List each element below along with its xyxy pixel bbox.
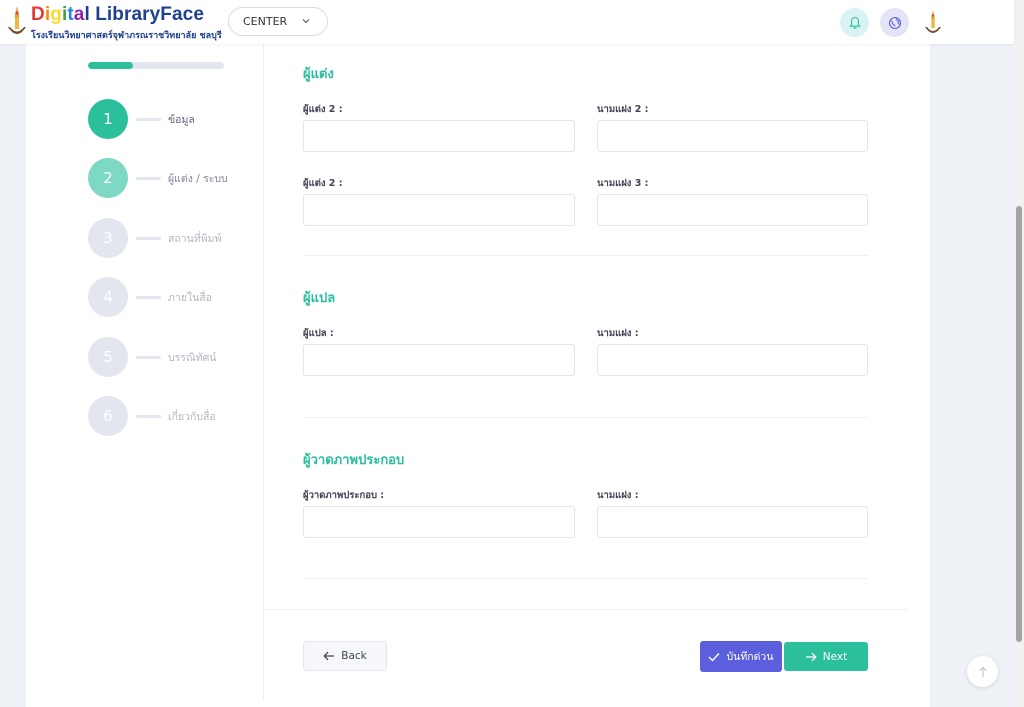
step-connector [136,236,161,240]
illustrator-pen-name-label: นามแฝง : [597,490,639,501]
step-5[interactable]: 5 บรรณิทัศน์ [88,337,248,377]
top-navbar: Digital LibraryFace โรงเรียนวิทยาศาสตร์จ… [0,0,1014,44]
bell-icon [848,16,861,29]
step-connector [136,117,161,121]
step-1[interactable]: 1 ข้อมูล [88,99,248,139]
pen-name-3-label: นามแฝง 3 : [597,178,649,189]
author-2-label: ผู้แต่ง 2 : [303,104,343,115]
scrollbar-thumb[interactable] [1016,206,1022,642]
authors-section-title: ผู้แต่ง [303,67,334,82]
translator-input[interactable] [303,344,575,376]
center-select[interactable]: CENTER [228,7,328,36]
step-number: 2 [88,158,128,198]
author-3-label: ผู้แต่ง 2 : [303,178,343,189]
step-4[interactable]: 4 ภายในสื่อ [88,277,248,317]
step-2[interactable]: 2 ผู้แต่ง / ระบบ [88,158,248,198]
section-divider [303,417,868,418]
step-number: 3 [88,218,128,258]
illustrator-input[interactable] [303,506,575,538]
illustrator-label: ผู้วาดภาพประกอบ : [303,490,385,501]
section-divider [303,255,868,256]
school-name: โรงเรียนวิทยาศาสตร์จุฬาภรณราชวิทยาลัย ชล… [31,31,222,41]
illustrator-pen-name-input[interactable] [597,506,868,538]
back-button[interactable]: Back [303,641,387,671]
translator-pen-name-label: นามแฝง : [597,328,639,339]
scroll-to-top-button[interactable] [967,656,998,687]
check-icon [708,652,720,662]
step-number: 1 [88,99,128,139]
arrow-left-icon [323,651,335,661]
stepper-progress-bar [88,62,224,69]
globe-icon [888,16,901,29]
step-label: ผู้แต่ง / ระบบ [168,172,228,185]
next-button-label: Next [822,650,848,663]
step-label: ภายในสื่อ [168,291,212,304]
back-button-label: Back [341,650,367,662]
translator-pen-name-input[interactable] [597,344,868,376]
quick-save-button-label: บันทึกด่วน [726,651,774,663]
pen-name-3-input[interactable] [597,194,868,226]
pen-name-2-label: นามแฝง 2 : [597,104,649,115]
language-button[interactable] [880,8,909,37]
step-connector [136,295,161,299]
step-6[interactable]: 6 เกี่ยวกับสื่อ [88,396,248,436]
pen-name-2-input[interactable] [597,120,868,152]
chevron-down-icon [302,19,310,24]
author-2-input[interactable] [303,120,575,152]
step-connector [136,176,161,180]
step-label: บรรณิทัศน์ [168,351,217,364]
section-divider [303,578,868,579]
school-logo-icon[interactable] [6,5,28,39]
notification-button[interactable] [840,8,869,37]
translator-label: ผู้แปล : [303,328,334,339]
step-number: 5 [88,337,128,377]
step-label: ข้อมูล [168,113,195,126]
footer-divider [264,609,907,610]
illustrator-section-title: ผู้วาดภาพประกอบ [303,453,405,468]
translator-section-title: ผู้แปล [303,291,336,306]
page-scrollbar[interactable] [1014,0,1024,707]
quick-save-button[interactable]: บันทึกด่วน [700,641,782,672]
brand-title[interactable]: Digital LibraryFace [31,4,204,26]
arrow-up-icon [978,665,987,677]
step-number: 4 [88,277,128,317]
step-label: สถานที่พิมพ์ [168,232,222,245]
step-number: 6 [88,396,128,436]
arrow-right-icon [805,652,817,661]
stepper-progress-fill [88,62,133,69]
author-3-input[interactable] [303,194,575,226]
center-select-value: CENTER [243,15,288,28]
profile-logo-icon[interactable] [923,9,943,37]
step-label: เกี่ยวกับสื่อ [168,410,216,423]
step-3[interactable]: 3 สถานที่พิมพ์ [88,218,248,258]
step-connector [136,414,161,418]
step-connector [136,355,161,359]
next-button[interactable]: Next [784,642,868,671]
